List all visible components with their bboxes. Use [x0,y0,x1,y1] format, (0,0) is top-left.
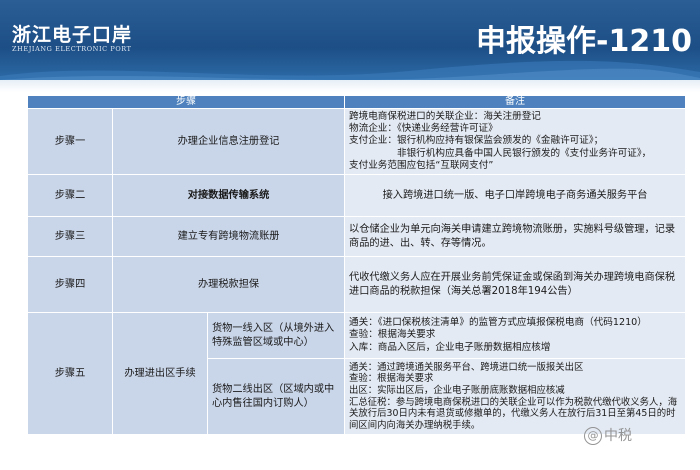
note-line: 查验：根据海关要求 [349,329,436,341]
table-row: 步骤四 办理税款担保 代收代缴义务人应在开展业务前凭保证金或保函到海关办理跨境电… [27,256,687,314]
step-action: 建立专有跨境物流账册 [111,216,346,258]
table-header-row: 步骤 备注 [26,95,687,109]
note-line: 支付企业：银行机构应持有银保监会颁发的《金融许可证》； [349,135,604,147]
table-row: 步骤三 建立专有跨境物流账册 以仓储企业为单元向海关申请建立跨境物流账册，实施料… [27,216,687,258]
wave-decoration [0,60,700,80]
step-note: 接入跨境进口统一版、电子口岸跨境电子商务通关服务平台 [344,174,687,218]
header-note: 备注 [344,95,687,109]
step-action: 办理企业信息注册登记 [111,107,346,176]
step-note: 通关：《进口保税核注清单》的监管方式应填报保税电商（代码1210） 查验：根据海… [344,312,687,360]
logo-text: 浙江电子口岸 [12,24,133,46]
header-step: 步骤 [26,95,346,109]
watermark-icon: @ [584,427,602,445]
step-action: 对接数据传输系统 [111,174,346,218]
note-line: 非银行机构应具备中国人民银行颁发的《支付业务许可证》， [349,147,652,159]
step-label: 步骤二 [27,174,113,218]
note-line: 查验：根据海关要求 [349,373,434,385]
step-label: 步骤五 [27,312,113,436]
sub-step-label: 货物二线出区（区域内或中心内售往国内订购人） [206,358,346,436]
note-line: 物流企业：《快递业务经营许可证》 [349,123,498,135]
step-note: 跨境电商保税进口的关联企业：海关注册登记 物流企业：《快递业务经营许可证》 支付… [344,107,687,176]
step-action: 办理税款担保 [111,256,346,314]
step-note: 代收代缴义务人应在开展业务前凭保证金或保函到海关办理跨境电商保税进口商品的税款担… [344,256,687,314]
header-shadow [0,80,700,92]
note-line: 通关：通过跨境通关服务平台、跨境进口统一版报关出区 [349,361,584,373]
logo-subtitle: ZHEJIANG ELECTRONIC PORT [12,45,132,53]
step-note: 通关：通过跨境通关服务平台、跨境进口统一版报关出区 查验：根据海关要求 出区：实… [344,358,687,436]
table-row: 步骤二 对接数据传输系统 接入跨境进口统一版、电子口岸跨境电子商务通关服务平台 [27,174,687,218]
table-row: 步骤五 办理进出区手续 货物一线入区（从境外进入特殊监管区域或中心） 通关：《进… [27,312,687,436]
note-line: 跨境电商保税进口的关联企业：海关注册登记 [349,111,541,122]
step-action: 办理进出区手续 [112,312,208,436]
note-line: 出区：实际出区后，企业电子账册底账数据相应核减 [349,384,565,396]
page-title: 申报操作-1210 [476,24,692,59]
header-banner: 浙江电子口岸 ZHEJIANG ELECTRONIC PORT 申报操作-121… [0,0,700,80]
watermark-text: 中税 [604,428,632,444]
note-line: 通关：《进口保税核注清单》的监管方式应填报保税电商（代码1210） [349,316,647,328]
note-line: 支付业务范围应包括“互联网支付” [349,159,494,171]
sub-step-label: 货物一线入区（从境外进入特殊监管区域或中心） [206,312,346,360]
table-row: 步骤一 办理企业信息注册登记 跨境电商保税进口的关联企业：海关注册登记 物流企业… [27,107,687,176]
step-label: 步骤四 [27,256,113,314]
note-line: 入库：商品入区后，企业电子账册数据相应核增 [349,341,551,353]
step-label: 步骤三 [27,216,113,258]
watermark: @ 中税 [584,425,632,445]
step-label: 步骤一 [27,107,113,176]
step-note: 以仓储企业为单元向海关申请建立跨境物流账册，实施料号级管理，记录商品的进、出、转… [344,216,687,258]
steps-table: 步骤 备注 步骤一 办理企业信息注册登记 跨境电商保税进口的关联企业：海关注册登… [26,95,687,436]
